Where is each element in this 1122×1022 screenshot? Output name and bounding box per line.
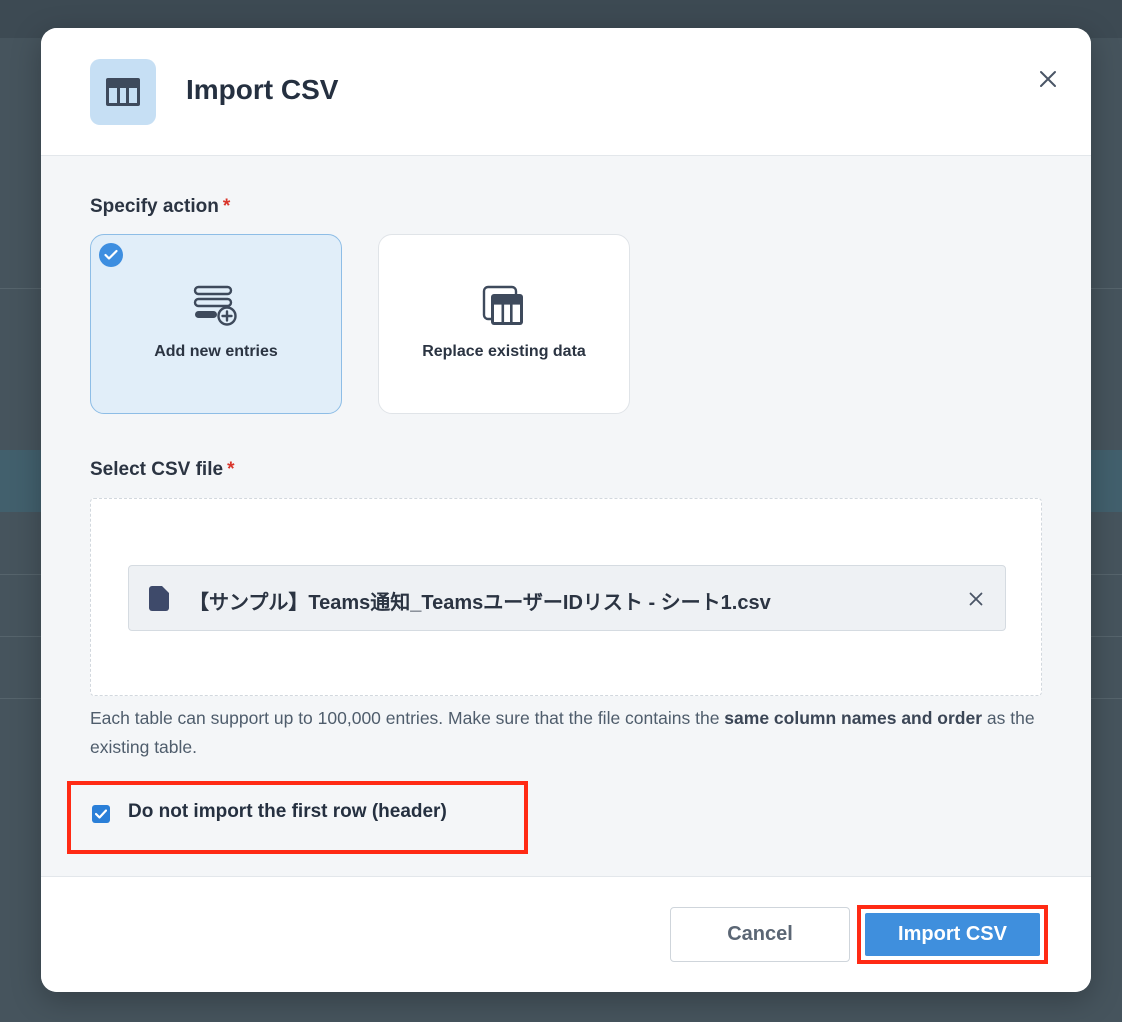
add-entries-icon	[193, 285, 239, 332]
dialog-header: Import CSV	[41, 28, 1091, 156]
file-dropzone[interactable]: 【サンプル】Teams通知_TeamsユーザーIDリスト - シート1.csv	[90, 498, 1042, 696]
replace-table-icon	[482, 285, 526, 332]
import-csv-dialog: Import CSV Specify action * Add new entri…	[41, 28, 1091, 992]
dialog-footer: Cancel Import CSV	[41, 876, 1091, 992]
skip-header-option: Do not import the first row (header)	[67, 781, 528, 854]
table-icon	[90, 59, 156, 125]
close-button[interactable]	[1033, 64, 1063, 94]
required-mark: *	[227, 459, 235, 480]
select-csv-file-label: Select CSV file *	[90, 459, 235, 480]
action-option-label: Replace existing data	[422, 343, 586, 360]
close-icon	[969, 592, 983, 606]
remove-file-button[interactable]	[965, 588, 987, 610]
skip-header-label[interactable]: Do not import the first row (header)	[128, 801, 447, 823]
required-mark: *	[222, 196, 231, 217]
checkmark-icon	[99, 243, 123, 267]
action-option-add-new-entries[interactable]: Add new entries	[90, 234, 342, 414]
action-option-replace-existing-data[interactable]: Replace existing data	[378, 234, 630, 414]
close-icon	[1040, 71, 1056, 87]
import-button-highlight: Import CSV	[857, 905, 1048, 964]
dialog-title: Import CSV	[186, 74, 339, 105]
file-icon	[149, 586, 169, 616]
skip-header-checkbox[interactable]	[92, 805, 110, 823]
selected-file-chip: 【サンプル】Teams通知_TeamsユーザーIDリスト - シート1.csv	[128, 565, 1006, 631]
hint-emphasis: same column names and order	[724, 708, 983, 728]
entries-limit-hint: Each table can support up to 100,000 ent…	[90, 708, 1035, 757]
cancel-button[interactable]: Cancel	[670, 907, 850, 962]
action-option-label: Add new entries	[154, 343, 278, 360]
import-csv-button[interactable]: Import CSV	[865, 913, 1040, 956]
file-name: 【サンプル】Teams通知_TeamsユーザーIDリスト - シート1.csv	[189, 592, 771, 614]
specify-action-label: Specify action *	[90, 196, 231, 217]
